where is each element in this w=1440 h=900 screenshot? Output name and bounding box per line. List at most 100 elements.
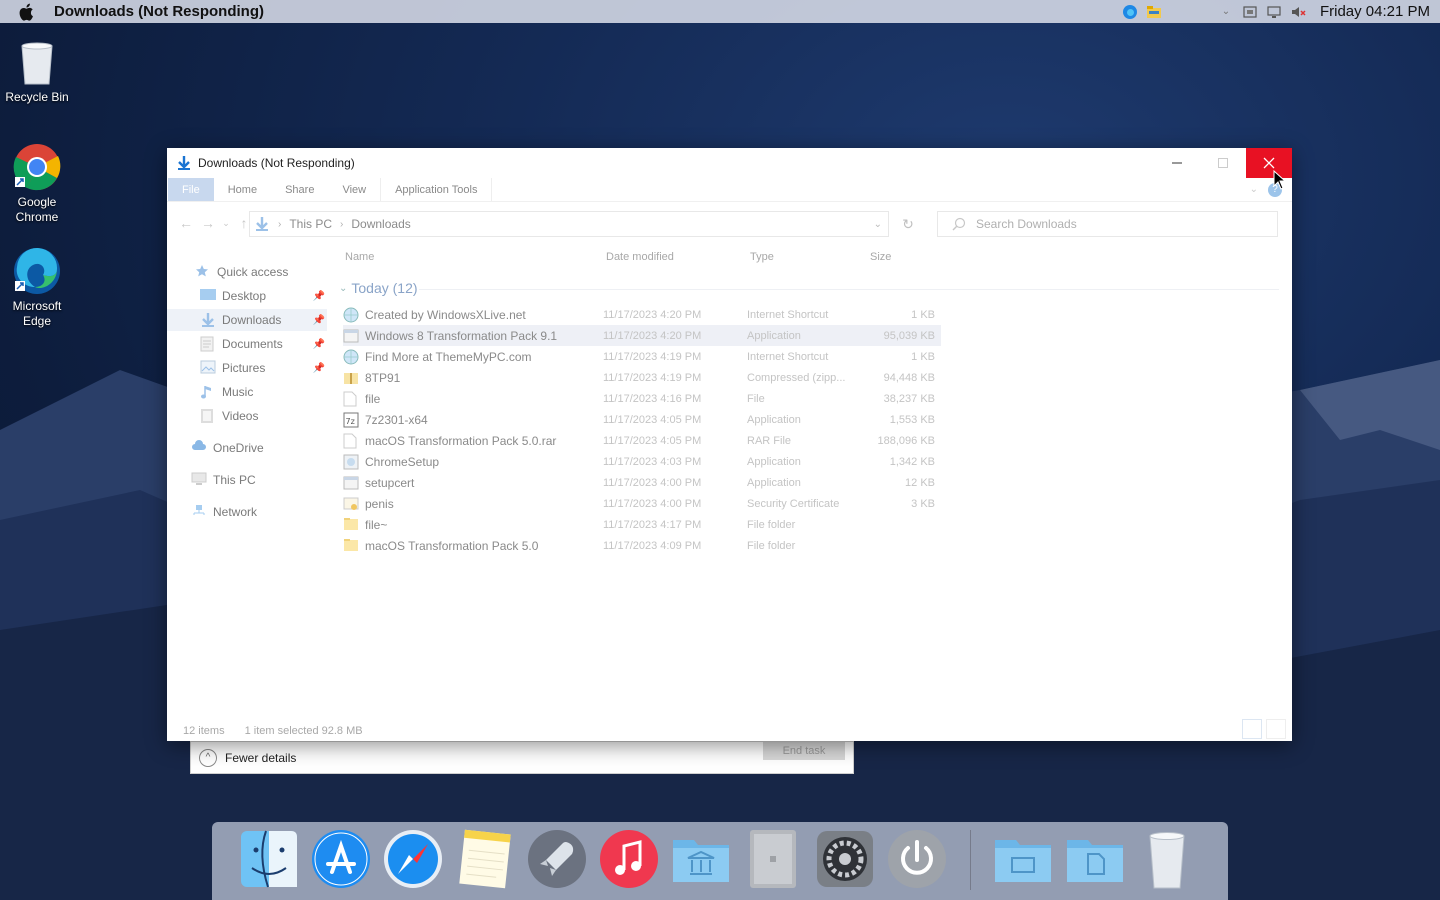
search-input[interactable]: Search Downloads (937, 211, 1278, 237)
folder-icon (343, 517, 359, 533)
tab-share[interactable]: Share (271, 178, 328, 201)
tab-home[interactable]: Home (214, 178, 271, 201)
pin-icon[interactable]: 📌 (313, 291, 325, 302)
group-divider (419, 289, 1279, 290)
apple-icon[interactable] (18, 3, 38, 21)
sidebar-item-network[interactable]: Network (167, 501, 327, 523)
sidebar-item-desktop[interactable]: Desktop 📌 (167, 285, 327, 307)
sidebar-item-onedrive[interactable]: OneDrive (167, 437, 327, 459)
window-titlebar[interactable]: Downloads (Not Responding) (167, 148, 1292, 178)
folder-icon (343, 538, 359, 554)
list-item[interactable]: file 11/17/2023 4:16 PM File 38,237 KB (343, 388, 941, 409)
file-type: Application (747, 329, 801, 342)
selection-info: 1 item selected 92.8 MB (244, 725, 363, 737)
documents-folder-icon[interactable] (1064, 828, 1126, 892)
power-icon[interactable] (886, 828, 948, 892)
tab-application-tools[interactable]: Application Tools (380, 178, 493, 201)
file-date: 11/17/2023 4:05 PM (603, 434, 702, 447)
system-preferences-icon[interactable] (814, 828, 876, 892)
forward-arrow-icon[interactable]: → (197, 212, 219, 234)
chevron-down-icon[interactable]: ⌄ (1218, 4, 1234, 20)
network-icon[interactable] (1266, 4, 1282, 20)
file-name: penis (365, 496, 394, 511)
breadcrumb-separator-icon: › (340, 218, 344, 230)
fewer-details-link[interactable]: Fewer details (225, 751, 296, 765)
list-item[interactable]: 7z 7z2301-x64 11/17/2023 4:05 PM Applica… (343, 409, 941, 430)
back-arrow-icon[interactable]: ← (175, 212, 197, 234)
edge-icon (13, 247, 61, 295)
mac-pro-icon[interactable] (742, 828, 804, 892)
list-item[interactable]: 8TP91 11/17/2023 4:19 PM Compressed (zip… (343, 367, 941, 388)
file-name: Created by WindowsXLive.net (365, 307, 526, 322)
file-date: 11/17/2023 4:03 PM (603, 455, 702, 468)
list-item[interactable]: setupcert 11/17/2023 4:00 PM Application… (343, 472, 941, 493)
active-app-title[interactable]: Downloads (Not Responding) (54, 3, 264, 20)
sidebar-item-this-pc[interactable]: This PC (167, 469, 327, 491)
file-size: 12 KB (905, 476, 935, 489)
maximize-button[interactable] (1200, 148, 1246, 178)
file-explorer-icon[interactable] (1146, 4, 1162, 20)
chrome-icon (13, 143, 61, 191)
notes-icon[interactable] (454, 828, 516, 892)
finder-icon[interactable] (238, 828, 300, 892)
documents-icon (200, 336, 216, 352)
large-icons-view-icon[interactable] (1266, 719, 1286, 739)
trash-icon[interactable] (1136, 828, 1198, 892)
file-date: 11/17/2023 4:00 PM (603, 476, 702, 489)
music-icon[interactable] (598, 828, 660, 892)
sidebar-item-downloads[interactable]: Downloads 📌 (167, 309, 327, 331)
file-date: 11/17/2023 4:19 PM (603, 371, 702, 384)
menubar-clock[interactable]: Friday 04:21 PM (1320, 3, 1430, 20)
list-item[interactable]: Windows 8 Transformation Pack 9.1 11/17/… (343, 325, 941, 346)
tab-view[interactable]: View (328, 178, 380, 201)
column-header-name[interactable]: Name (345, 251, 374, 263)
list-item[interactable]: penis 11/17/2023 4:00 PM Security Certif… (343, 493, 941, 514)
launchpad-icon[interactable] (526, 828, 588, 892)
column-header-size[interactable]: Size (870, 251, 891, 263)
desktop-icon-microsoft-edge[interactable]: Microsoft Edge (0, 247, 74, 329)
list-item[interactable]: ChromeSetup 11/17/2023 4:03 PM Applicati… (343, 451, 941, 472)
address-bar[interactable]: › This PC › Downloads ⌄ (249, 211, 889, 237)
sidebar-item-videos[interactable]: Videos (167, 405, 327, 427)
safari-icon[interactable] (382, 828, 444, 892)
list-item[interactable]: macOS Transformation Pack 5.0.rar 11/17/… (343, 430, 941, 451)
sidebar-item-music[interactable]: Music (167, 381, 327, 403)
folder-icon[interactable] (992, 828, 1054, 892)
list-item[interactable]: Find More at ThemeMyPC.com 11/17/2023 4:… (343, 346, 941, 367)
breadcrumb-downloads[interactable]: Downloads (351, 217, 410, 231)
address-dropdown-icon[interactable]: ⌄ (874, 219, 882, 230)
recent-locations-chevron-icon[interactable]: ⌄ (219, 212, 233, 234)
breadcrumb-this-pc[interactable]: This PC (289, 217, 332, 231)
refresh-icon[interactable]: ↻ (899, 216, 917, 234)
applications-folder-icon[interactable] (670, 828, 732, 892)
sidebar-item-label: Videos (222, 409, 259, 423)
task-view-icon[interactable] (1242, 4, 1258, 20)
menu-bar: Downloads (Not Responding) ⌄ Friday 04:2… (0, 0, 1440, 23)
column-header-type[interactable]: Type (750, 251, 774, 263)
volume-muted-icon[interactable] (1290, 4, 1306, 20)
list-item[interactable]: file~ 11/17/2023 4:17 PM File folder (343, 514, 941, 535)
desktop-icon-recycle-bin[interactable]: Recycle Bin (0, 38, 74, 105)
file-date: 11/17/2023 4:16 PM (603, 392, 702, 405)
sidebar-item-documents[interactable]: Documents 📌 (167, 333, 327, 355)
chevron-up-icon[interactable]: ^ (199, 748, 217, 767)
column-header-date[interactable]: Date modified (606, 251, 674, 263)
details-view-icon[interactable] (1242, 719, 1262, 739)
end-task-button[interactable]: End task (763, 742, 845, 760)
list-item[interactable]: macOS Transformation Pack 5.0 11/17/2023… (343, 535, 941, 556)
group-header-today[interactable]: ⌄ Today (12) (339, 280, 1279, 296)
expand-ribbon-icon[interactable]: ⌄ (1250, 184, 1258, 195)
desktop-icon-google-chrome[interactable]: Google Chrome (0, 143, 74, 225)
app-store-icon[interactable] (310, 828, 372, 892)
list-item[interactable]: Created by WindowsXLive.net 11/17/2023 4… (343, 304, 941, 325)
desktop-folder-icon (200, 288, 216, 304)
edge-icon[interactable] (1122, 4, 1138, 20)
sidebar-item-pictures[interactable]: Pictures 📌 (167, 357, 327, 379)
file-size: 38,237 KB (883, 392, 935, 405)
pin-icon[interactable]: 📌 (313, 315, 325, 326)
sidebar-item-quick-access[interactable]: Quick access (167, 261, 327, 283)
minimize-button[interactable] (1154, 148, 1200, 178)
pin-icon[interactable]: 📌 (313, 339, 325, 350)
pin-icon[interactable]: 📌 (313, 363, 325, 374)
tab-file[interactable]: File (168, 178, 214, 201)
